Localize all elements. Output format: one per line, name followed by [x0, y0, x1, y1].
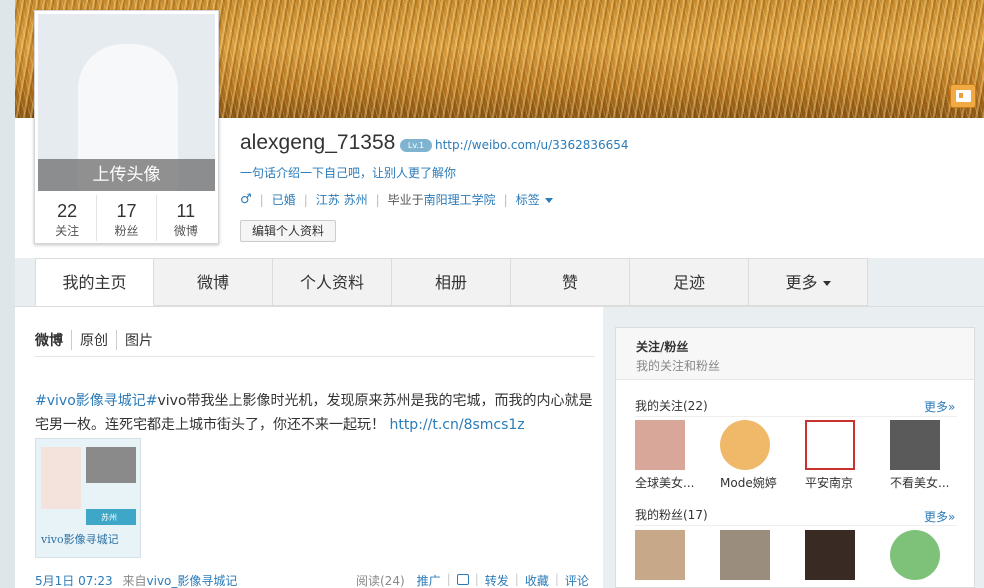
tab-likes[interactable]: 赞 — [511, 258, 630, 306]
avatar[interactable] — [635, 420, 685, 470]
following-item[interactable]: 全球美女... — [635, 420, 720, 491]
following-num: 22 — [57, 201, 78, 221]
cover-template-button[interactable] — [950, 84, 976, 108]
following-more-link[interactable]: 更多» — [924, 398, 955, 415]
fans-label: 粉丝 — [114, 224, 139, 238]
following-name[interactable]: 平安南京 — [805, 474, 885, 491]
following-name[interactable]: Mode婉婷 — [720, 474, 800, 491]
tab-more[interactable]: 更多 — [749, 258, 868, 306]
location-link[interactable]: 江苏 苏州 — [316, 191, 368, 208]
subtab-weibo[interactable]: 微博 — [35, 330, 71, 350]
subtab-divider — [35, 356, 595, 357]
tab-home[interactable]: 我的主页 — [35, 258, 154, 306]
tab-weibo[interactable]: 微博 — [154, 258, 273, 306]
chevron-down-icon — [822, 281, 831, 286]
profile-tabs: 我的主页 微博 个人资料 相册 赞 足迹 更多 — [35, 258, 868, 306]
followers-list — [635, 530, 975, 584]
profile-meta: ♂ | 已婚 | 江苏 苏州 | 毕业于 南阳理工学院 | 标签 — [240, 191, 553, 208]
avatar[interactable] — [720, 420, 770, 470]
like-button[interactable] — [451, 572, 475, 588]
school-prefix: 毕业于 — [387, 193, 424, 207]
tags-label: 标签 — [515, 193, 540, 207]
following-name[interactable]: 全球美女... — [635, 474, 715, 491]
chevron-down-icon — [544, 198, 553, 203]
profile-counts: 22 关注 17 粉丝 11 微博 — [38, 195, 215, 241]
following-count[interactable]: 22 关注 — [38, 195, 98, 241]
post-text: #vivo影像寻城记#vivo带我坐上影像时光机，发现原来苏州是我的宅城，而我的… — [35, 389, 595, 437]
follower-item[interactable] — [890, 530, 975, 584]
avatar[interactable] — [805, 530, 855, 580]
avatar[interactable]: 上传头像 — [38, 14, 215, 191]
weibo-label: 微博 — [173, 224, 198, 238]
following-item[interactable]: Mode婉婷 — [720, 420, 805, 491]
post-image[interactable]: 苏州 vivo影像寻城记 — [35, 438, 141, 558]
edit-profile-button[interactable]: 编辑个人资料 — [240, 220, 336, 242]
favorite-button[interactable]: 收藏 — [519, 572, 555, 588]
follower-item[interactable] — [805, 530, 890, 584]
follow-panel-subtitle: 我的关注和粉丝 — [636, 359, 721, 373]
image-city: 苏州 — [101, 513, 117, 522]
tab-footprints[interactable]: 足迹 — [630, 258, 749, 306]
followers-title[interactable]: 我的粉丝(17) — [635, 506, 708, 523]
avatar[interactable] — [805, 420, 855, 470]
forward-button[interactable]: 转发 — [479, 572, 515, 588]
left-strip — [0, 0, 15, 588]
fans-num: 17 — [116, 201, 137, 221]
thumbs-up-icon — [456, 574, 469, 585]
image-caption: vivo影像寻城记 — [41, 533, 119, 546]
subtab-pictures[interactable]: 图片 — [116, 330, 161, 350]
follow-panel-header: 关注/粉丝 我的关注和粉丝 — [616, 328, 974, 380]
avatar-card: 上传头像 22 关注 17 粉丝 11 微博 — [34, 10, 219, 244]
profile-url-link[interactable]: http://weibo.com/u/3362836654 — [435, 138, 629, 152]
post-date[interactable]: 5月1日 07:23 — [35, 574, 113, 588]
marital-link[interactable]: 已婚 — [272, 191, 296, 208]
id-card-icon — [956, 90, 971, 102]
divider — [635, 416, 957, 417]
upload-avatar-button[interactable]: 上传头像 — [38, 159, 215, 191]
follower-item[interactable] — [720, 530, 805, 584]
followers-more-link[interactable]: 更多» — [924, 508, 955, 525]
post-hashtag[interactable]: #vivo影像寻城记# — [35, 393, 158, 409]
post-link[interactable]: http://t.cn/8smcs1z — [389, 417, 524, 433]
comment-button[interactable]: 评论 — [559, 572, 595, 588]
source-prefix: 来自 — [122, 574, 147, 588]
subtab-original[interactable]: 原创 — [71, 330, 116, 350]
intro-link[interactable]: 一句话介绍一下自己吧，让别人更了解你 — [240, 164, 456, 181]
avatar[interactable] — [720, 530, 770, 580]
tags-dropdown[interactable]: 标签 — [516, 191, 553, 208]
promote-link[interactable]: 推广 — [411, 572, 447, 588]
image-block — [86, 447, 136, 483]
follow-panel: 关注/粉丝 我的关注和粉丝 我的关注(22) 更多» 全球美女... Mode婉… — [615, 327, 975, 588]
post-source-link[interactable]: vivo_影像寻城记 — [147, 574, 238, 588]
divider — [635, 525, 957, 526]
level-badge[interactable]: Lv.1 — [400, 139, 432, 152]
username: alexgeng_71358 — [240, 131, 396, 154]
avatar[interactable] — [890, 530, 940, 580]
read-count: 阅读(24) — [356, 574, 405, 588]
avatar[interactable] — [635, 530, 685, 580]
following-item[interactable]: 平安南京 — [805, 420, 890, 491]
weibo-count[interactable]: 11 微博 — [157, 195, 215, 241]
following-item[interactable]: 不看美女... — [890, 420, 975, 491]
follow-panel-title: 关注/粉丝 — [636, 340, 689, 354]
following-name[interactable]: 不看美女... — [890, 474, 970, 491]
following-list: 全球美女... Mode婉婷 平安南京 不看美女... — [635, 420, 975, 491]
image-block — [41, 447, 81, 509]
following-title[interactable]: 我的关注(22) — [635, 397, 708, 414]
post-actions: 阅读(24) 推广 | | 转发 | 收藏 | 评论 — [350, 572, 595, 588]
follower-item[interactable] — [635, 530, 720, 584]
weibo-num: 11 — [176, 201, 196, 221]
tab-profile-info[interactable]: 个人资料 — [273, 258, 392, 306]
school-link[interactable]: 南阳理工学院 — [424, 191, 496, 208]
tab-album[interactable]: 相册 — [392, 258, 511, 306]
male-icon: ♂ — [240, 192, 252, 207]
following-label: 关注 — [55, 224, 80, 238]
feed-subtabs: 微博 原创 图片 — [35, 330, 161, 350]
tab-more-label: 更多 — [785, 273, 818, 292]
avatar[interactable] — [890, 420, 940, 470]
fans-count[interactable]: 17 粉丝 — [97, 195, 157, 241]
